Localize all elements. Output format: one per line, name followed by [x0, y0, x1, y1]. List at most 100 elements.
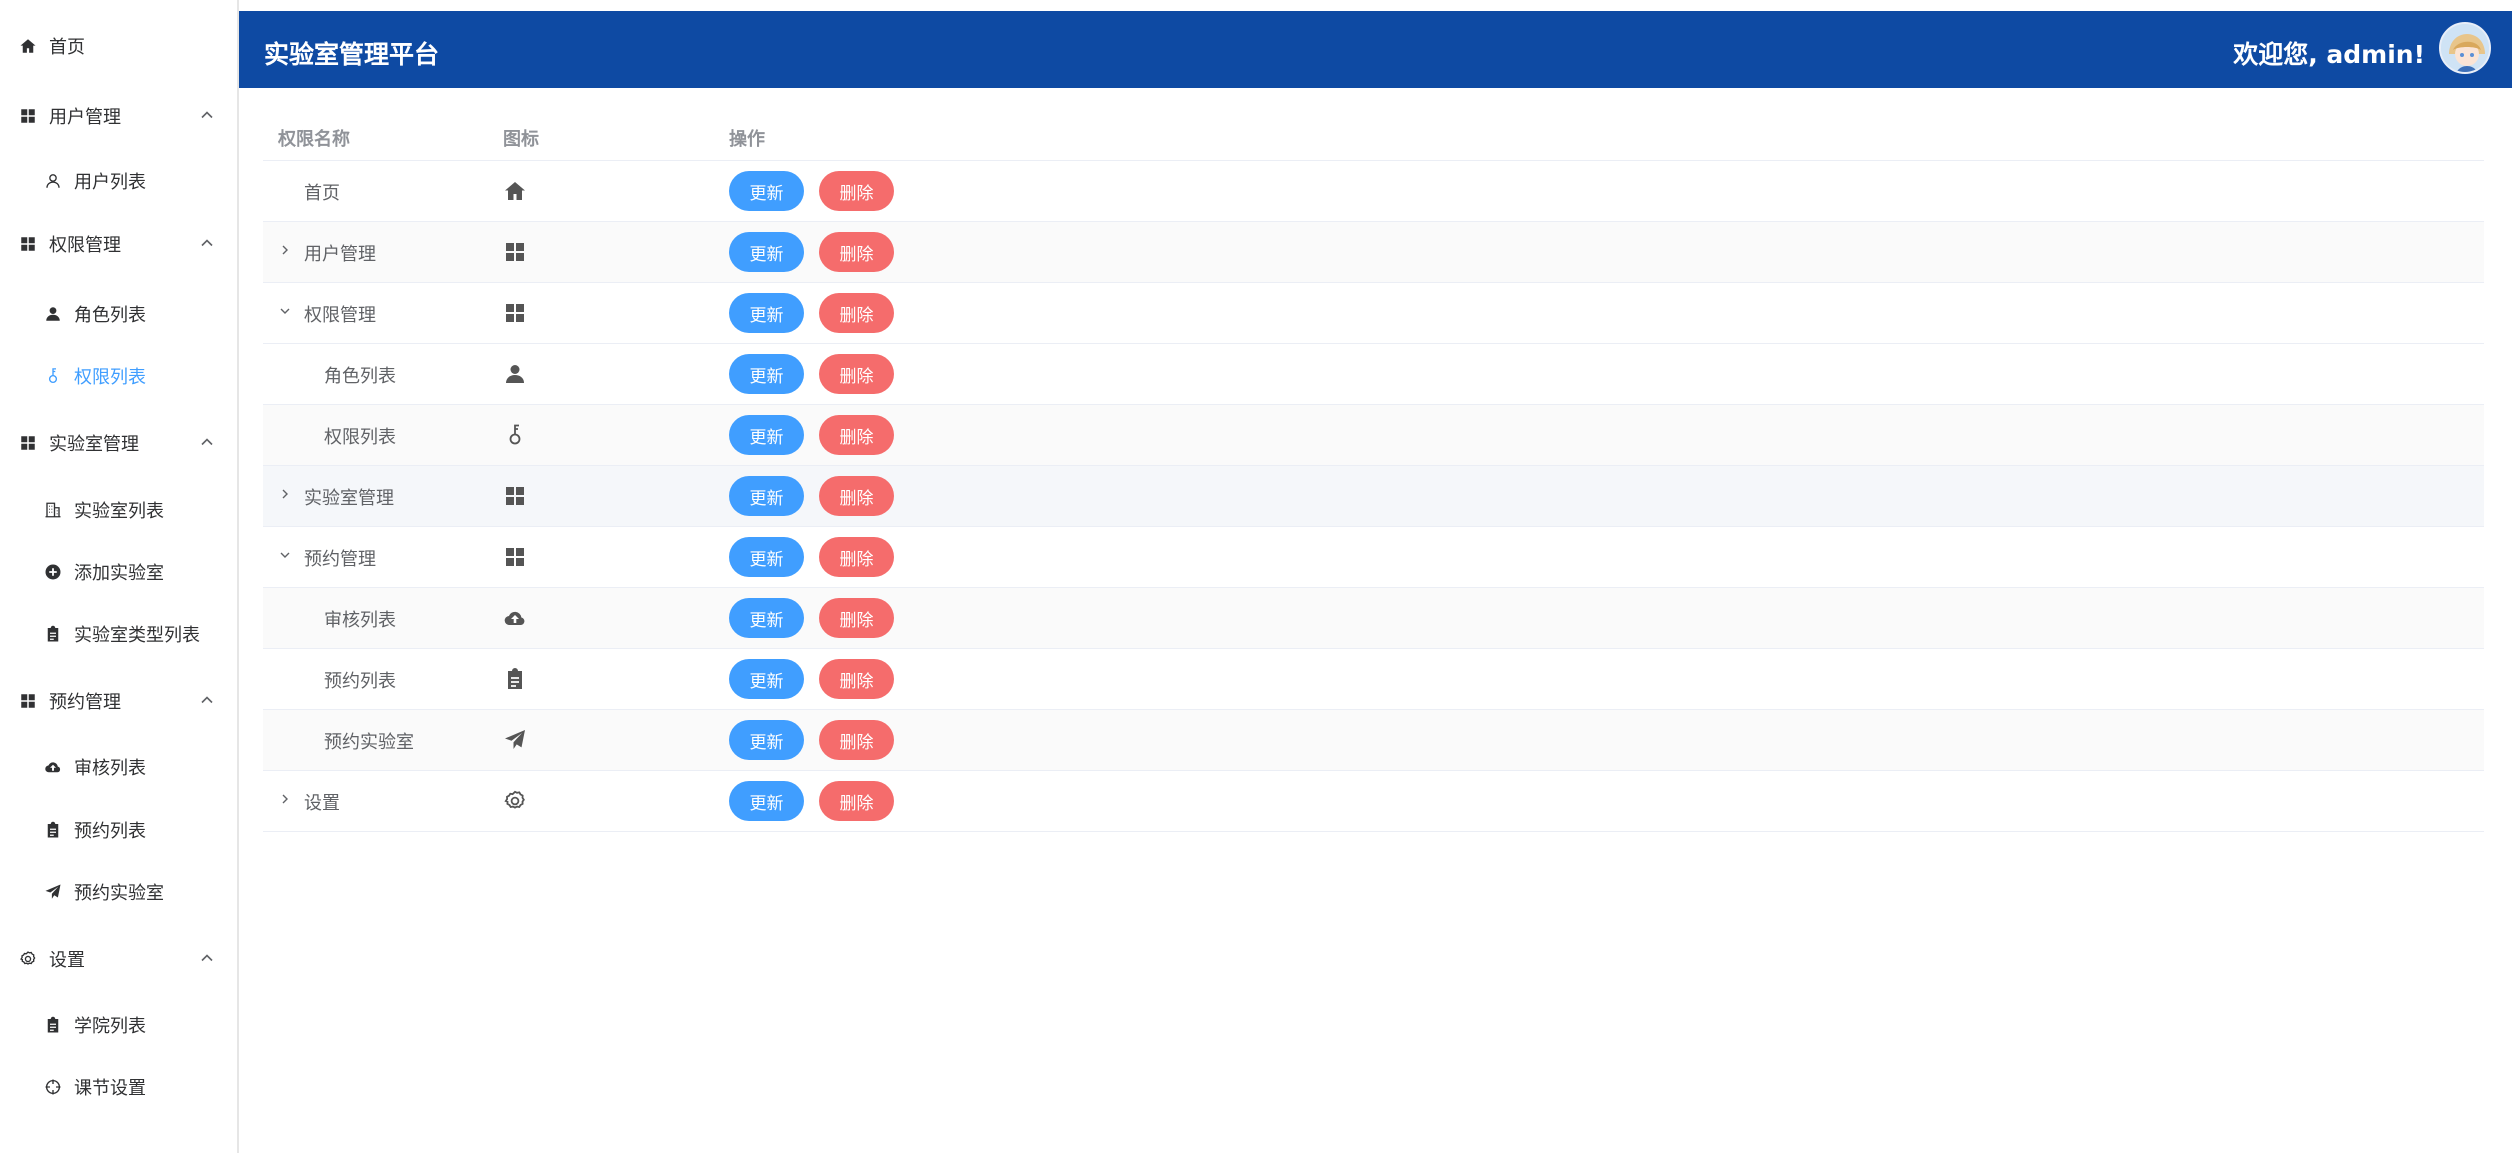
table-row: 角色列表 更新 删除 [263, 344, 2484, 405]
chevron-right-icon[interactable] [278, 791, 292, 805]
sidebar-group-user-management[interactable]: 用户管理 [0, 94, 237, 138]
delete-button[interactable]: 删除 [819, 537, 894, 577]
chevron-up-icon [199, 235, 215, 251]
delete-button[interactable]: 删除 [819, 476, 894, 516]
home-icon [503, 179, 527, 203]
sidebar-item-booking-list[interactable]: 预约列表 [0, 808, 237, 852]
table-row: 权限管理 更新 删除 [263, 283, 2484, 344]
sidebar-group-label: 权限管理 [49, 235, 121, 256]
crosshair-icon [42, 1076, 64, 1098]
sidebar-item-label: 角色列表 [74, 305, 146, 326]
cloud-upload-icon [42, 756, 64, 778]
table-row: 预约实验室 更新 删除 [263, 710, 2484, 771]
grid-icon [503, 484, 527, 508]
sidebar-group-permission-management[interactable]: 权限管理 [0, 222, 237, 266]
table-row: 设置 更新 删除 [263, 771, 2484, 832]
grid-icon [17, 233, 39, 255]
permission-name: 权限管理 [304, 305, 376, 326]
permission-name: 角色列表 [324, 366, 396, 387]
sidebar-item-class-period-settings[interactable]: 课节设置 [0, 1065, 237, 1109]
table-row: 实验室管理 更新 删除 [263, 466, 2484, 527]
permission-name: 用户管理 [304, 244, 376, 265]
grid-icon [503, 545, 527, 569]
sidebar-item-label: 预约实验室 [74, 883, 164, 904]
sidebar-group-settings[interactable]: 设置 [0, 937, 237, 981]
sidebar-menu: 首页 用户管理 用户列表 权限管理 角色列表 权限列表 实验室管理 实验室列表 … [0, 0, 239, 1153]
sidebar-item-user-list[interactable]: 用户列表 [0, 159, 237, 203]
update-button[interactable]: 更新 [729, 232, 804, 272]
clipboard-icon [42, 819, 64, 841]
delete-button[interactable]: 删除 [819, 232, 894, 272]
gear-icon [17, 948, 39, 970]
sidebar-item-add-lab[interactable]: 添加实验室 [0, 550, 237, 594]
update-button[interactable]: 更新 [729, 537, 804, 577]
delete-button[interactable]: 删除 [819, 720, 894, 760]
permission-name: 预约管理 [304, 549, 376, 570]
clipboard-icon [42, 1014, 64, 1036]
key-icon [503, 423, 527, 447]
delete-button[interactable]: 删除 [819, 354, 894, 394]
sidebar-item-label: 首页 [49, 37, 85, 58]
permission-name: 权限列表 [324, 427, 396, 448]
sidebar-group-lab-management[interactable]: 实验室管理 [0, 421, 237, 465]
sidebar-item-permission-list[interactable]: 权限列表 [0, 354, 237, 398]
user-outline-icon [42, 170, 64, 192]
sidebar-group-label: 设置 [49, 950, 85, 971]
sidebar-group-label: 用户管理 [49, 107, 121, 128]
delete-button[interactable]: 删除 [819, 659, 894, 699]
update-button[interactable]: 更新 [729, 476, 804, 516]
table-row: 审核列表 更新 删除 [263, 588, 2484, 649]
delete-button[interactable]: 删除 [819, 293, 894, 333]
delete-button[interactable]: 删除 [819, 171, 894, 211]
column-header-name: 权限名称 [278, 129, 350, 150]
permission-name: 预约实验室 [324, 732, 414, 753]
sidebar-item-label: 实验室类型列表 [74, 625, 200, 646]
chevron-down-icon[interactable] [278, 303, 292, 317]
cloud-upload-icon [503, 606, 527, 630]
update-button[interactable]: 更新 [729, 171, 804, 211]
sidebar-item-book-lab[interactable]: 预约实验室 [0, 870, 237, 914]
sidebar-item-home[interactable]: 首页 [0, 24, 237, 68]
sidebar-item-label: 添加实验室 [74, 563, 164, 584]
permission-table: 权限名称 图标 操作 首页 更新 删除 用户管理 更新 删除 权限管理 更新 删… [263, 112, 2484, 832]
sidebar-item-label: 学院列表 [74, 1016, 146, 1037]
sidebar-item-lab-type-list[interactable]: 实验室类型列表 [0, 612, 237, 656]
chevron-up-icon [199, 434, 215, 450]
avatar[interactable] [2439, 22, 2491, 74]
update-button[interactable]: 更新 [729, 354, 804, 394]
chevron-right-icon[interactable] [278, 242, 292, 256]
sidebar-item-label: 用户列表 [74, 172, 146, 193]
sidebar-item-lab-list[interactable]: 实验室列表 [0, 488, 237, 532]
sidebar-item-label: 课节设置 [74, 1078, 146, 1099]
chevron-right-icon[interactable] [278, 486, 292, 500]
permission-name: 审核列表 [324, 610, 396, 631]
update-button[interactable]: 更新 [729, 293, 804, 333]
key-icon [42, 365, 64, 387]
sidebar-group-booking-management[interactable]: 预约管理 [0, 679, 237, 723]
permission-name: 实验室管理 [304, 488, 394, 509]
delete-button[interactable]: 删除 [819, 781, 894, 821]
clipboard-icon [503, 667, 527, 691]
table-row: 预约列表 更新 删除 [263, 649, 2484, 710]
delete-button[interactable]: 删除 [819, 598, 894, 638]
chevron-up-icon [199, 107, 215, 123]
update-button[interactable]: 更新 [729, 598, 804, 638]
update-button[interactable]: 更新 [729, 415, 804, 455]
plus-circle-icon [42, 561, 64, 583]
sidebar-item-label: 预约列表 [74, 821, 146, 842]
update-button[interactable]: 更新 [729, 781, 804, 821]
sidebar-item-college-list[interactable]: 学院列表 [0, 1003, 237, 1047]
grid-icon [503, 240, 527, 264]
update-button[interactable]: 更新 [729, 659, 804, 699]
update-button[interactable]: 更新 [729, 720, 804, 760]
sidebar-item-review-list[interactable]: 审核列表 [0, 745, 237, 789]
grid-icon [17, 105, 39, 127]
sidebar-item-role-list[interactable]: 角色列表 [0, 292, 237, 336]
delete-button[interactable]: 删除 [819, 415, 894, 455]
permission-name: 设置 [304, 793, 340, 814]
table-row: 首页 更新 删除 [263, 161, 2484, 222]
table-row: 用户管理 更新 删除 [263, 222, 2484, 283]
permission-name: 首页 [304, 183, 340, 204]
home-icon [17, 35, 39, 57]
chevron-down-icon[interactable] [278, 547, 292, 561]
